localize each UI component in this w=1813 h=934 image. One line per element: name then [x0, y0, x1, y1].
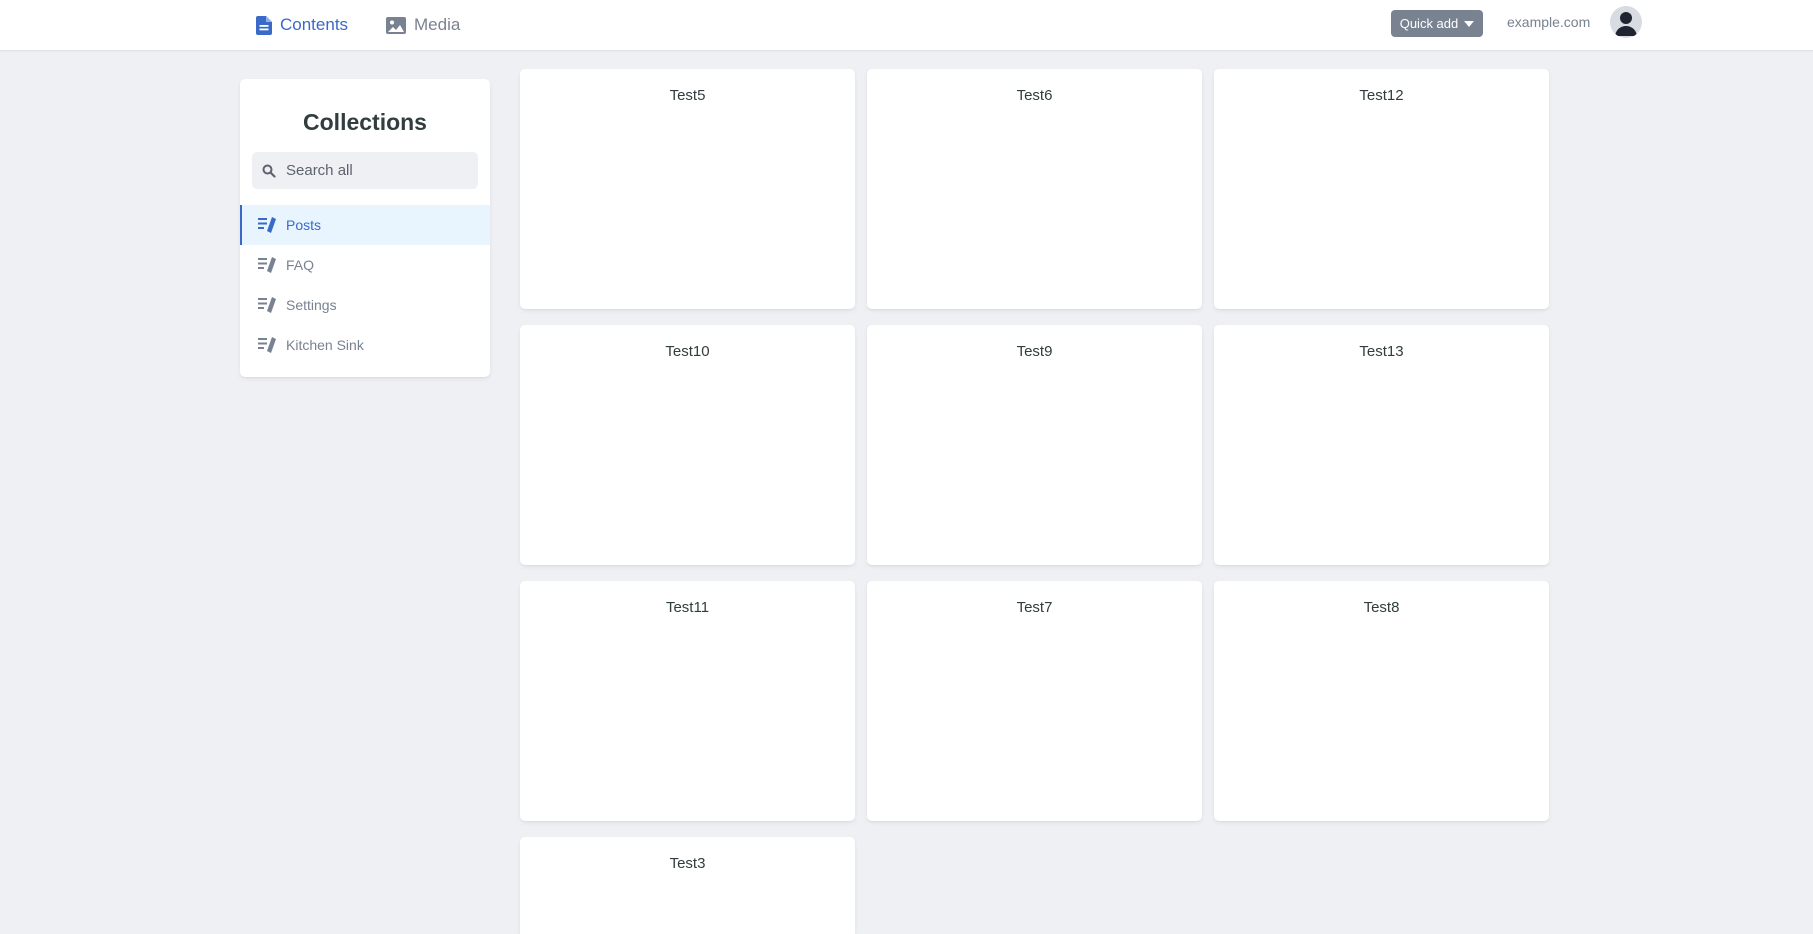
entry-card-title: Test3	[669, 855, 706, 872]
sidebar-item-kitchen-sink[interactable]: Kitchen Sink	[240, 325, 490, 365]
sidebar-title: Collections	[303, 109, 427, 135]
entry-card-title: Test9	[1016, 343, 1053, 360]
entry-card-title: Test8	[1363, 599, 1400, 616]
sidebar-item-label: FAQ	[286, 257, 315, 273]
sidebar-item-label: Kitchen Sink	[286, 337, 364, 353]
sidebar-item-settings[interactable]: Settings	[240, 285, 490, 325]
entry-card[interactable]: Test5	[520, 69, 855, 309]
site-url-link[interactable]: example.com	[1507, 14, 1590, 30]
entry-card[interactable]: Test11	[520, 581, 855, 821]
nav-contents-link[interactable]: Contents	[256, 12, 348, 38]
search-input[interactable]	[284, 161, 464, 180]
entry-card-title: Test13	[1359, 343, 1404, 360]
entry-card-title: Test12	[1359, 87, 1404, 104]
collections-sidebar: Collections Posts	[240, 79, 490, 377]
sidebar-item-faq[interactable]: FAQ	[240, 245, 490, 285]
nav-contents-label: Contents	[280, 15, 349, 34]
collection-list: Posts FAQ Settings Kitchen Sink	[240, 205, 490, 365]
collection-icon	[258, 257, 276, 273]
caret-down-icon	[1464, 20, 1475, 27]
sidebar-item-posts[interactable]: Posts	[240, 205, 490, 245]
quick-add-button[interactable]: Quick add	[1391, 10, 1483, 37]
entry-card-title: Test5	[669, 87, 706, 104]
entry-card-title: Test10	[665, 343, 710, 360]
entry-card[interactable]: Test6	[867, 69, 1202, 309]
user-avatar-icon[interactable]	[1610, 6, 1642, 38]
nav-media-label: Media	[414, 15, 461, 34]
entry-card-title: Test6	[1016, 87, 1053, 104]
entry-card[interactable]: Test10	[520, 325, 855, 565]
sidebar-item-label: Posts	[286, 217, 322, 233]
search-icon	[262, 164, 276, 178]
nav-media-link[interactable]: Media	[386, 12, 460, 38]
entry-card[interactable]: Test8	[1214, 581, 1549, 821]
collection-icon	[258, 337, 276, 353]
entry-card-title: Test11	[665, 599, 710, 616]
collection-icon	[258, 297, 276, 313]
entry-card[interactable]: Test7	[867, 581, 1202, 821]
collection-icon	[258, 217, 276, 233]
sidebar-item-label: Settings	[286, 297, 337, 313]
quick-add-label: Quick add	[1399, 16, 1459, 31]
entry-card[interactable]: Test13	[1214, 325, 1549, 565]
search-field[interactable]	[252, 152, 478, 189]
entry-card[interactable]: Test9	[867, 325, 1202, 565]
image-icon	[386, 16, 406, 34]
top-navigation-bar: Contents Media Quick add example.com	[0, 0, 1813, 51]
entry-card[interactable]: Test12	[1214, 69, 1549, 309]
entry-card[interactable]: Test3	[520, 837, 855, 934]
entry-card-title: Test7	[1016, 599, 1053, 616]
document-icon	[256, 15, 272, 35]
